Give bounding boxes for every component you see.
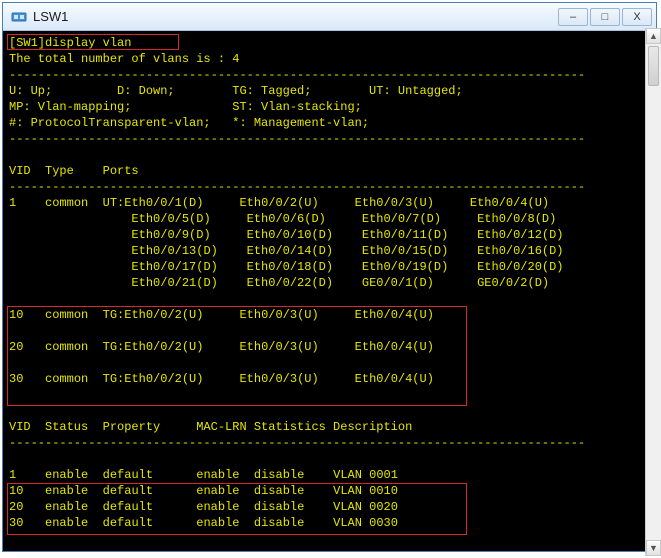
minimize-button[interactable]: – (558, 8, 588, 26)
status-row: 20 enable default enable disable VLAN 00… (9, 500, 398, 514)
command-text: display vlan (45, 36, 131, 50)
window-title: LSW1 (33, 9, 558, 24)
vlan-row: 10 common TG:Eth0/0/2(U) Eth0/0/3(U) Eth… (9, 308, 434, 322)
legend-line: MP: Vlan-mapping; ST: Vlan-stacking; (9, 100, 362, 114)
vlan-row: Eth0/0/17(D) Eth0/0/18(D) Eth0/0/19(D) E… (110, 260, 564, 274)
vlan-row: Eth0/0/21(D) Eth0/0/22(D) GE0/0/1(D) GE0… (110, 276, 549, 290)
scroll-down-button[interactable]: ▼ (646, 540, 661, 556)
terminal-output[interactable]: [SW1]display vlan The total number of vl… (3, 31, 656, 551)
vertical-scrollbar[interactable]: ▲ ▼ (645, 28, 661, 556)
separator: ----------------------------------------… (9, 180, 585, 194)
status-row: 1 enable default enable disable VLAN 000… (9, 468, 398, 482)
close-button[interactable]: X (622, 8, 652, 26)
legend-line: #: ProtocolTransparent-vlan; *: Manageme… (9, 116, 369, 130)
prompt-host: [SW1] (9, 36, 45, 50)
separator: ----------------------------------------… (9, 68, 585, 82)
vlan-row: Eth0/0/13(D) Eth0/0/14(D) Eth0/0/15(D) E… (110, 244, 564, 258)
titlebar[interactable]: LSW1 – □ X (3, 3, 656, 31)
total-vlans-line: The total number of vlans is : 4 (9, 52, 239, 66)
ports-header: VID Type Ports (9, 164, 139, 178)
vlan-row: 30 common TG:Eth0/0/2(U) Eth0/0/3(U) Eth… (9, 372, 434, 386)
vlan-row: 20 common TG:Eth0/0/2(U) Eth0/0/3(U) Eth… (9, 340, 434, 354)
scroll-thumb[interactable] (648, 46, 659, 86)
app-icon (11, 9, 27, 25)
maximize-button[interactable]: □ (590, 8, 620, 26)
scroll-up-button[interactable]: ▲ (646, 28, 661, 44)
status-header: VID Status Property MAC-LRN Statistics D… (9, 420, 412, 434)
legend-line: U: Up; D: Down; TG: Tagged; UT: Untagged… (9, 84, 463, 98)
vlan-row: 1 common UT:Eth0/0/1(D) Eth0/0/2(U) Eth0… (9, 196, 549, 210)
status-row: 10 enable default enable disable VLAN 00… (9, 484, 398, 498)
window: LSW1 – □ X [SW1]display vlan The total n… (2, 2, 657, 552)
separator: ----------------------------------------… (9, 436, 585, 450)
vlan-row: Eth0/0/5(D) Eth0/0/6(D) Eth0/0/7(D) Eth0… (110, 212, 556, 226)
status-row: 30 enable default enable disable VLAN 00… (9, 516, 398, 530)
scroll-track[interactable] (646, 44, 661, 540)
window-controls: – □ X (558, 8, 652, 26)
separator: ----------------------------------------… (9, 132, 585, 146)
vlan-row: Eth0/0/9(D) Eth0/0/10(D) Eth0/0/11(D) Et… (110, 228, 564, 242)
